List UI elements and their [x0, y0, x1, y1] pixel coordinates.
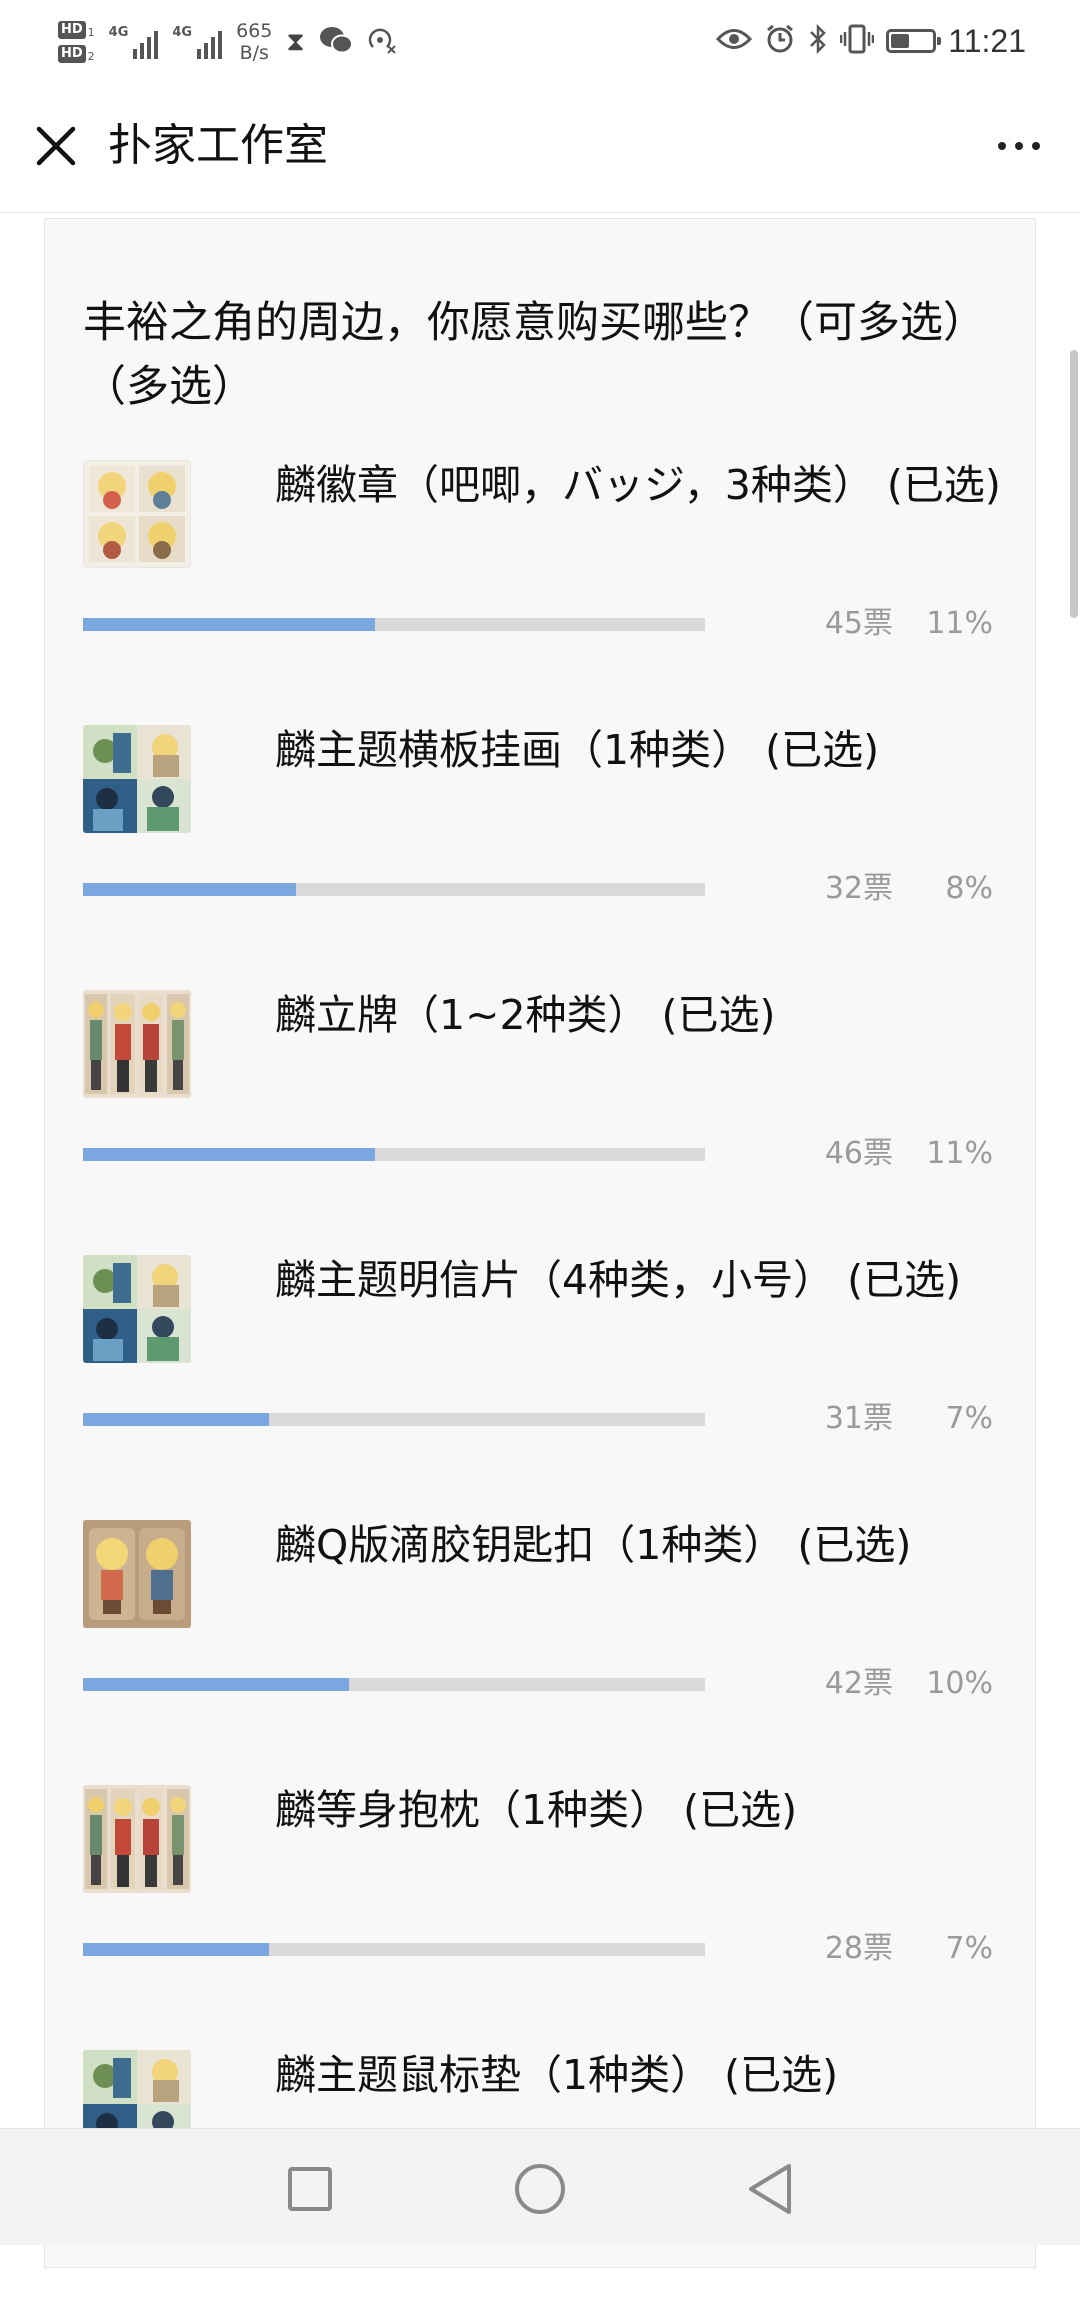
recents-button[interactable] [280, 2159, 340, 2219]
hd1-num: 1 [87, 26, 95, 39]
square-icon [288, 2167, 332, 2211]
result-bar-fill [83, 618, 375, 631]
more-icon-dot [998, 142, 1006, 150]
page-title: 扑家工作室 [108, 120, 328, 171]
system-nav-bar [0, 2128, 1080, 2245]
result-bar-fill [83, 1148, 375, 1161]
circle-icon [515, 2164, 565, 2214]
network-speed: 665 B/s [236, 20, 272, 64]
result-bar [83, 1678, 705, 1691]
result-bar [83, 1943, 705, 1956]
result-bar-fill [83, 883, 296, 896]
more-button[interactable] [984, 116, 1054, 176]
option-thumbnail [83, 1520, 191, 1628]
poll-question: 丰裕之角的周边，你愿意购买哪些？（可多选）（多选） [83, 298, 965, 412]
vote-count: 46票 [824, 1136, 893, 1171]
hd2-num: 2 [87, 50, 95, 63]
top-nav-bar: 扑家工作室 [0, 80, 1080, 213]
eye-icon [716, 26, 753, 56]
vote-count: 42票 [824, 1666, 893, 1701]
result-bar-fill [83, 1413, 269, 1426]
vote-count: 31票 [824, 1401, 893, 1436]
vote-percent: 8% [945, 871, 993, 906]
option-thumbnail [83, 1255, 191, 1363]
status-left: HD 1 HD 2 4G 4G 665 B/s ⧗ [58, 14, 397, 70]
network-type-1: 4G [108, 25, 129, 40]
speed-unit: B/s [239, 42, 269, 64]
option-thumbnail [83, 990, 191, 1098]
poll-option[interactable]: 麟主题明信片（4种类，小号） (已选) 31票 7% [83, 1239, 1003, 1504]
signal-icon-1: 4G [109, 25, 159, 59]
hd2-indicator: HD 2 [58, 45, 95, 63]
vote-percent: 10% [926, 1666, 993, 1701]
poll-option[interactable]: 麟徽章（吧唧，バッジ，3种类） (已选) 45票 11% [83, 444, 1003, 709]
result-bar [83, 618, 705, 631]
option-label: 麟主题明信片（4种类，小号） (已选) [275, 1256, 962, 1304]
option-thumbnail [83, 460, 191, 568]
option-label: 麟主题鼠标垫（1种类） (已选) [275, 2051, 839, 2099]
result-bar-fill [83, 1678, 349, 1691]
status-bar: HD 1 HD 2 4G 4G 665 B/s ⧗ 11:21 [0, 0, 1080, 80]
poll-option[interactable]: 麟Q版滴胶钥匙扣（1种类） (已选) 42票 10% [83, 1504, 1003, 1769]
option-label: 麟徽章（吧唧，バッジ，3种类） (已选) [275, 461, 1001, 509]
result-bar [83, 1413, 705, 1426]
option-label: 麟Q版滴胶钥匙扣（1种类） (已选) [275, 1521, 912, 1569]
back-triangle-icon [749, 2164, 791, 2214]
alarm-icon [764, 23, 796, 59]
hotspot-off-icon [367, 25, 397, 59]
home-button[interactable] [510, 2159, 570, 2219]
hourglass-icon: ⧗ [286, 26, 305, 57]
result-bar [83, 1148, 705, 1161]
close-button[interactable] [26, 116, 86, 176]
clock: 11:21 [948, 22, 1026, 59]
poll-option[interactable]: 麟等身抱枕（1种类） (已选) 28票 7% [83, 1769, 1003, 2034]
hd-indicators: HD 1 HD 2 [58, 21, 95, 63]
vote-count: 28票 [824, 1931, 893, 1966]
vote-percent: 7% [945, 1401, 993, 1436]
option-label: 麟主题横板挂画（1种类） (已选) [275, 726, 880, 774]
hd2-label: HD [58, 45, 86, 63]
network-type-2: 4G [172, 25, 193, 40]
hd1-indicator: HD 1 [58, 21, 95, 39]
option-thumbnail [83, 725, 191, 833]
poll-option[interactable]: 麟主题横板挂画（1种类） (已选) 32票 8% [83, 709, 1003, 974]
signal-icon-2: 4G [172, 25, 223, 59]
vibrate-icon [840, 23, 875, 59]
vote-count: 32票 [824, 871, 893, 906]
poll-card: 丰裕之角的周边，你愿意购买哪些？（可多选）（多选） 麟徽章（吧唧，バッジ，3种类… [44, 218, 1036, 2268]
vote-percent: 11% [926, 1136, 993, 1171]
more-icon-dot [1032, 142, 1040, 150]
battery-level [891, 34, 910, 48]
option-thumbnail [83, 1785, 191, 1893]
status-right: 11:21 [716, 16, 1026, 66]
speed-value: 665 [236, 20, 273, 42]
battery-icon [886, 29, 942, 53]
vote-percent: 11% [926, 606, 993, 641]
option-label: 麟等身抱枕（1种类） (已选) [275, 1786, 798, 1834]
result-bar-fill [83, 1943, 269, 1956]
poll-option[interactable]: 麟立牌（1~2种类） (已选) 46票 11% [83, 974, 1003, 1239]
vote-count: 45票 [824, 606, 893, 641]
vote-percent: 7% [945, 1931, 993, 1966]
more-icon-dot [1015, 142, 1023, 150]
close-icon [36, 126, 76, 166]
hd1-label: HD [58, 21, 86, 39]
result-bar [83, 883, 705, 896]
scrollbar-thumb[interactable] [1070, 350, 1078, 618]
option-label: 麟立牌（1~2种类） (已选) [275, 991, 776, 1039]
wechat-icon [319, 25, 353, 59]
back-button[interactable] [740, 2159, 800, 2219]
bluetooth-icon [808, 23, 828, 59]
